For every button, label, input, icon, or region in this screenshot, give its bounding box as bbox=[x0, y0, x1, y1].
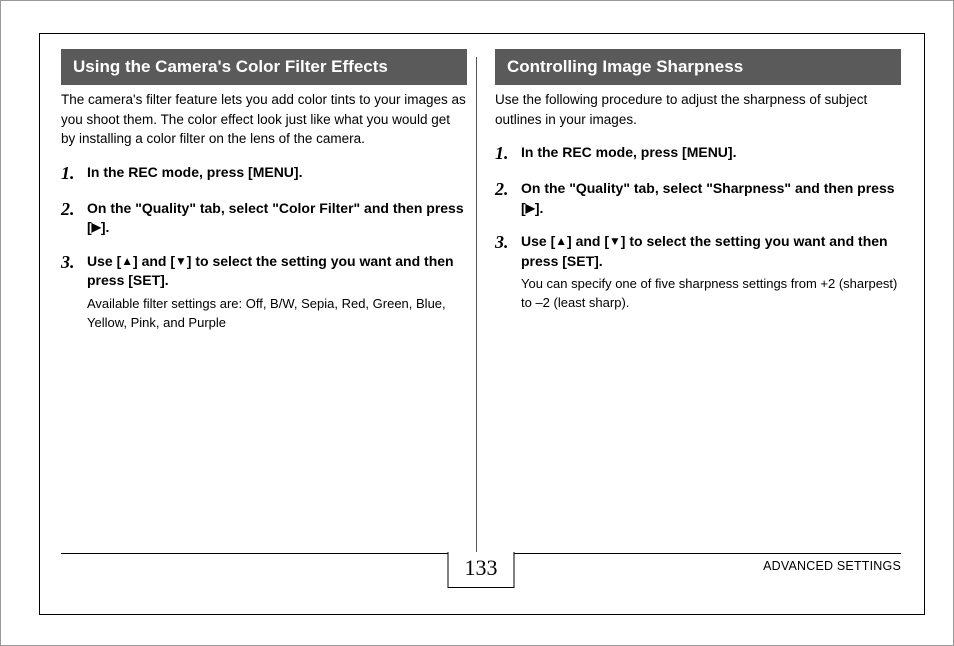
step-title-post: ]. bbox=[535, 200, 544, 216]
page-number: 133 bbox=[465, 555, 498, 580]
intro-text-left: The camera's filter feature lets you add… bbox=[61, 90, 467, 149]
step-title: In the REC mode, press [MENU]. bbox=[521, 144, 736, 160]
steps-list-right: 1. In the REC mode, press [MENU]. 2. On … bbox=[495, 143, 901, 313]
step-item: 1. In the REC mode, press [MENU]. bbox=[495, 143, 901, 165]
step-note: Available filter settings are: Off, B/W,… bbox=[87, 295, 467, 333]
step-item: 3. Use [▲] and [▼] to select the setting… bbox=[61, 252, 467, 333]
step-body: Use [▲] and [▼] to select the setting yo… bbox=[87, 252, 467, 333]
step-body: Use [▲] and [▼] to select the setting yo… bbox=[521, 232, 901, 313]
page-number-box: 133 bbox=[448, 552, 515, 588]
section-heading-right: Controlling Image Sharpness bbox=[495, 49, 901, 85]
step-title-post: ]. bbox=[101, 219, 110, 235]
intro-text-right: Use the following procedure to adjust th… bbox=[495, 90, 901, 129]
left-column: Using the Camera's Color Filter Effects … bbox=[61, 49, 467, 545]
step-number: 1. bbox=[495, 143, 513, 165]
step-note: You can specify one of five sharpness se… bbox=[521, 275, 901, 313]
step-body: On the "Quality" tab, select "Color Filt… bbox=[87, 199, 467, 238]
step-title: Use [▲] and [▼] to select the setting yo… bbox=[521, 233, 888, 269]
page-footer: 133 ADVANCED SETTINGS bbox=[61, 553, 901, 593]
section-label: ADVANCED SETTINGS bbox=[763, 559, 901, 573]
step-number: 3. bbox=[61, 252, 79, 333]
step-item: 2. On the "Quality" tab, select "Color F… bbox=[61, 199, 467, 238]
step-item: 1. In the REC mode, press [MENU]. bbox=[61, 163, 467, 185]
step-title-pre: Use [ bbox=[521, 233, 555, 249]
section-heading-left: Using the Camera's Color Filter Effects bbox=[61, 49, 467, 85]
step-body: On the "Quality" tab, select "Sharpness"… bbox=[521, 179, 901, 218]
manual-page: Using the Camera's Color Filter Effects … bbox=[0, 0, 954, 646]
step-number: 2. bbox=[61, 199, 79, 238]
right-triangle-icon: ▶ bbox=[92, 219, 101, 236]
step-title: On the "Quality" tab, select "Color Filt… bbox=[87, 200, 464, 236]
step-title-pre: Use [ bbox=[87, 253, 121, 269]
step-number: 2. bbox=[495, 179, 513, 218]
step-number: 1. bbox=[61, 163, 79, 185]
step-item: 3. Use [▲] and [▼] to select the setting… bbox=[495, 232, 901, 313]
down-triangle-icon: ▼ bbox=[609, 233, 621, 250]
steps-list-left: 1. In the REC mode, press [MENU]. 2. On … bbox=[61, 163, 467, 333]
step-title-pre: On the "Quality" tab, select "Color Filt… bbox=[87, 200, 464, 236]
step-body: In the REC mode, press [MENU]. bbox=[521, 143, 901, 165]
right-triangle-icon: ▶ bbox=[526, 200, 535, 217]
step-title: On the "Quality" tab, select "Sharpness"… bbox=[521, 180, 895, 216]
down-triangle-icon: ▼ bbox=[175, 253, 187, 270]
page-content: Using the Camera's Color Filter Effects … bbox=[61, 49, 901, 545]
step-title-mid: ] and [ bbox=[133, 253, 175, 269]
step-title-mid: ] and [ bbox=[567, 233, 609, 249]
up-triangle-icon: ▲ bbox=[121, 253, 133, 270]
step-title: In the REC mode, press [MENU]. bbox=[87, 164, 302, 180]
step-body: In the REC mode, press [MENU]. bbox=[87, 163, 467, 185]
right-column: Controlling Image Sharpness Use the foll… bbox=[495, 49, 901, 545]
step-title: Use [▲] and [▼] to select the setting yo… bbox=[87, 253, 454, 289]
step-item: 2. On the "Quality" tab, select "Sharpne… bbox=[495, 179, 901, 218]
step-number: 3. bbox=[495, 232, 513, 313]
up-triangle-icon: ▲ bbox=[555, 233, 567, 250]
step-title-pre: On the "Quality" tab, select "Sharpness"… bbox=[521, 180, 895, 216]
